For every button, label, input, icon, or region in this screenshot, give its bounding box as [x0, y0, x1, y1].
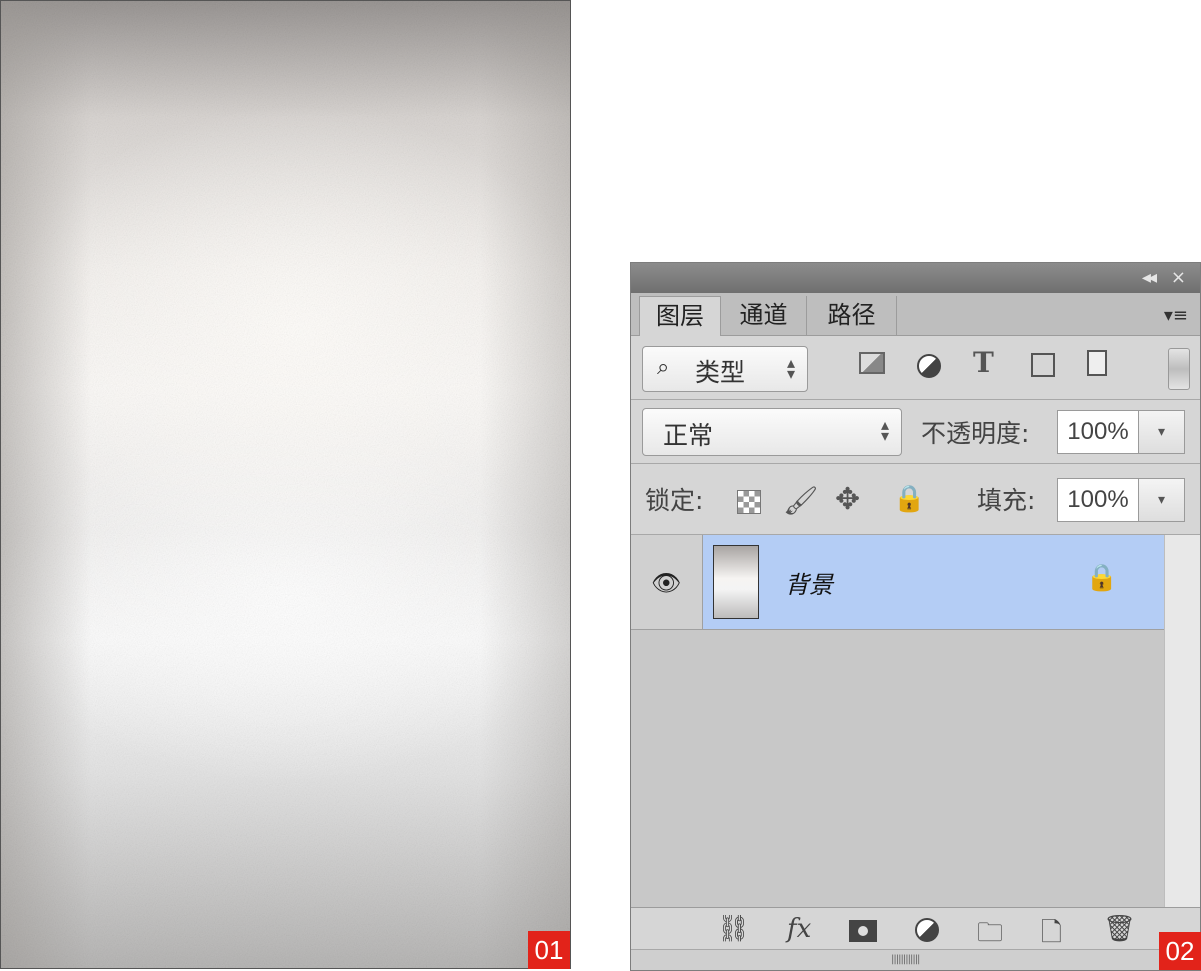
close-panel-icon[interactable]: ×	[1171, 267, 1186, 288]
layers-panel: ◂◂ × 图层 通道 路径 ▾≡ ⌕ 类型 ▴ ▾ T 正常 ▴ ▾ 不透明度: 1…	[630, 262, 1201, 971]
tab-channels[interactable]: 通道	[721, 296, 807, 335]
tab-layers[interactable]: 图层	[639, 296, 721, 336]
lock-label: 锁定:	[645, 486, 704, 515]
image-filter-icon[interactable]	[859, 352, 885, 374]
shape-filter-icon[interactable]	[1031, 353, 1055, 377]
lock-row: 锁定: 🖌 ✥ 🔒 填充: 100% ▾	[631, 464, 1200, 535]
noise-texture	[1, 1, 570, 968]
adjustment-icon[interactable]	[915, 918, 939, 942]
fill-label: 填充:	[977, 486, 1036, 515]
filter-type-value: 类型	[695, 358, 746, 387]
trash-icon[interactable]: 🗑	[1103, 914, 1136, 944]
figure-label-02: 02	[1159, 932, 1201, 970]
select-arrows-icon: ▴ ▾	[880, 415, 889, 445]
layer-body[interactable]: 背景 🔒	[703, 535, 1164, 629]
filter-row: ⌕ 类型 ▴ ▾ T	[631, 336, 1200, 400]
mask-icon[interactable]	[849, 920, 877, 942]
panel-tabs: 图层 通道 路径 ▾≡	[631, 293, 1200, 336]
filter-type-select[interactable]: ⌕ 类型 ▴ ▾	[642, 346, 808, 392]
panel-titlebar: ◂◂ ×	[631, 263, 1200, 293]
fill-input[interactable]: 100%	[1057, 478, 1139, 522]
adjustment-filter-icon[interactable]	[917, 354, 941, 378]
link-icon[interactable]: ⛓	[717, 914, 750, 944]
layer-name[interactable]: 背景	[785, 565, 833, 600]
smart-object-filter-icon[interactable]	[1087, 350, 1107, 376]
blend-mode-value: 正常	[663, 421, 714, 450]
lock-all-icon[interactable]: 🔒	[893, 484, 925, 514]
filter-toggle[interactable]	[1168, 348, 1190, 390]
opacity-label: 不透明度:	[921, 419, 1030, 448]
layers-list: 👁 背景 🔒	[631, 535, 1200, 907]
fx-icon[interactable]: fx	[787, 914, 811, 944]
collapse-panel-icon[interactable]: ◂◂	[1142, 267, 1157, 288]
chevron-down-icon: ▾	[1157, 492, 1166, 508]
blend-row: 正常 ▴ ▾ 不透明度: 100% ▾	[631, 400, 1200, 464]
eye-icon: 👁	[651, 569, 682, 597]
chevron-down-icon: ▾	[1157, 424, 1166, 440]
opacity-input[interactable]: 100%	[1057, 410, 1139, 454]
panel-bottom-toolbar: ⛓ fx 🗀 🗋 🗑	[631, 907, 1200, 952]
document-canvas	[0, 0, 571, 969]
panel-menu-icon[interactable]: ▾≡	[1164, 305, 1188, 326]
layer-thumbnail	[713, 545, 759, 619]
search-icon: ⌕	[657, 355, 670, 380]
figure-label-01: 01	[528, 931, 570, 969]
tab-paths[interactable]: 路径	[807, 296, 897, 335]
grip-icon: ||||||||||||	[891, 954, 920, 965]
lock-pixels-brush-icon[interactable]: 🖌	[783, 484, 819, 517]
type-filter-icon[interactable]: T	[973, 346, 994, 379]
blend-mode-select[interactable]: 正常 ▴ ▾	[642, 408, 902, 456]
lock-transparency-icon[interactable]	[737, 490, 761, 514]
layer-row-background[interactable]: 👁 背景 🔒	[631, 535, 1164, 630]
opacity-dropdown-button[interactable]: ▾	[1139, 410, 1185, 454]
visibility-toggle[interactable]: 👁	[631, 535, 703, 629]
select-arrows-icon: ▴ ▾	[786, 353, 795, 383]
lock-position-move-icon[interactable]: ✥	[835, 482, 860, 517]
layer-lock-icon: 🔒	[1085, 563, 1118, 593]
layers-scrollbar[interactable]	[1164, 535, 1200, 907]
fill-dropdown-button[interactable]: ▾	[1139, 478, 1185, 522]
resize-grip-bar[interactable]: ||||||||||||	[631, 949, 1200, 970]
